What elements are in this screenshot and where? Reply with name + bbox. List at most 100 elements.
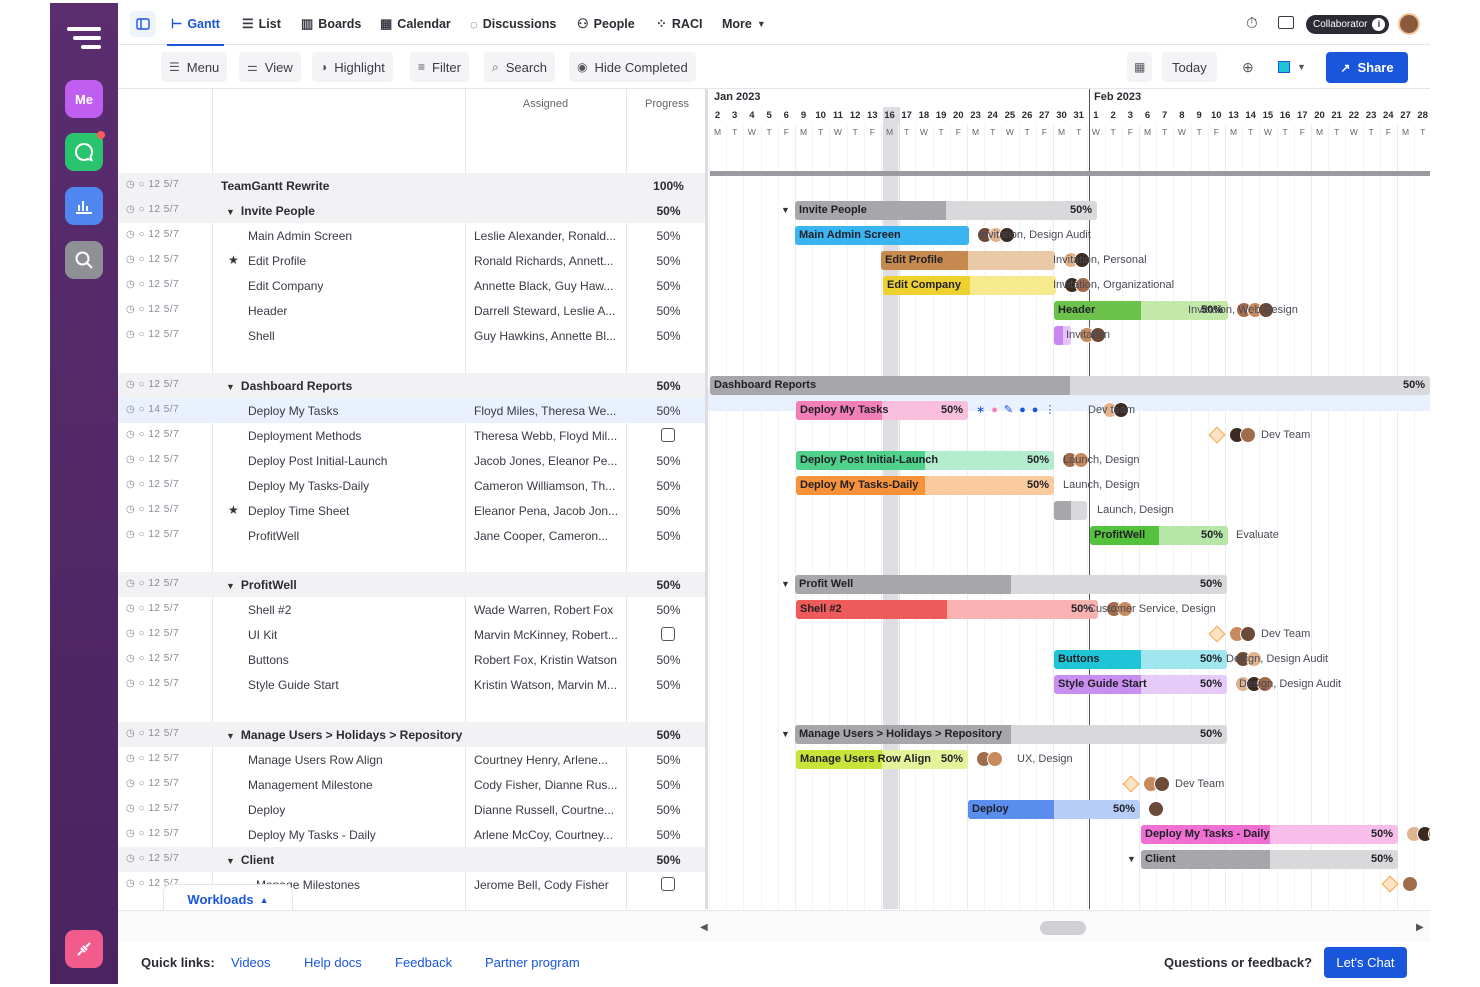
more-icon[interactable]: ⋮: [1044, 404, 1061, 416]
task-name[interactable]: Deployment Methods: [248, 429, 361, 443]
highlight-button[interactable]: ◑ Highlight: [312, 52, 393, 82]
assignee-avatar[interactable]: [1148, 801, 1164, 817]
milestone-diamond-icon[interactable]: [1381, 875, 1399, 893]
assign-icon[interactable]: ●: [1019, 404, 1032, 416]
task-bar[interactable]: Edit Profile: [881, 251, 1055, 270]
star-icon[interactable]: ★: [228, 503, 239, 517]
progress-cell[interactable]: 50%: [626, 753, 705, 767]
collapse-caret-icon[interactable]: ▼: [226, 382, 235, 392]
assigned-cell[interactable]: Cody Fisher, Dianne Rus...: [474, 778, 624, 792]
task-row[interactable]: ◷ ○ 12 5/7 Deploy My Tasks-Daily Cameron W…: [118, 473, 705, 498]
milestone-checkbox[interactable]: [661, 877, 675, 891]
task-bar[interactable]: Manage Users Row Align 50%: [796, 750, 968, 769]
task-name[interactable]: ▼ Manage Users > Holidays > Repository: [226, 728, 462, 742]
assigned-cell[interactable]: Floyd Miles, Theresa We...: [474, 404, 624, 418]
progress-cell[interactable]: 50%: [626, 229, 705, 243]
progress-cell[interactable]: 50%: [626, 529, 705, 543]
edit-icon[interactable]: ✎: [1004, 404, 1019, 416]
milestone-checkbox[interactable]: [661, 428, 675, 442]
assigned-cell[interactable]: Leslie Alexander, Ronald...: [474, 229, 624, 243]
assigned-cell[interactable]: Jacob Jones, Eleanor Pe...: [474, 454, 624, 468]
zoom-icon[interactable]: ⊕: [1234, 52, 1262, 82]
task-bar[interactable]: Deploy 50%: [968, 800, 1140, 819]
milestone-checkbox[interactable]: [661, 627, 675, 641]
teamgantt-logo-icon[interactable]: [67, 27, 101, 55]
progress-cell[interactable]: 100%: [626, 179, 705, 193]
comment-icon[interactable]: ●: [1032, 404, 1045, 416]
assigned-cell[interactable]: Kristin Watson, Marvin M...: [474, 678, 624, 692]
progress-cell[interactable]: 50%: [626, 504, 705, 518]
scroll-right-icon[interactable]: ▶: [1416, 922, 1424, 933]
color-picker[interactable]: ▼: [1270, 52, 1314, 82]
task-row[interactable]: ◷ ○ 12 5/7 Shell #2 Wade Warren, Robert Fo…: [118, 597, 705, 622]
task-name[interactable]: Shell #2: [248, 603, 291, 617]
collapse-caret-icon[interactable]: ▼: [781, 205, 790, 215]
chat-icon[interactable]: [65, 131, 105, 171]
task-bar[interactable]: ProfitWell 50%: [1090, 526, 1228, 545]
task-name[interactable]: Deploy Post Initial-Launch: [248, 454, 387, 468]
view-button[interactable]: ⚌ View: [239, 52, 301, 82]
progress-cell[interactable]: 50%: [626, 304, 705, 318]
task-bar[interactable]: Manage Users > Holidays > Repository 50%: [795, 725, 1227, 744]
task-row[interactable]: ◷ ○ 12 5/7 ★ Deploy Time Sheet Eleanor Pena…: [118, 498, 705, 523]
today-button[interactable]: Today: [1162, 52, 1217, 82]
reports-icon[interactable]: [65, 187, 103, 225]
assignee-avatar[interactable]: [1240, 427, 1256, 443]
progress-cell[interactable]: 50%: [626, 728, 705, 742]
task-row[interactable]: ◷ ○ 12 5/7 Deployment Methods Theresa Webb…: [118, 423, 705, 448]
task-bar[interactable]: Profit Well 50%: [795, 575, 1227, 594]
assigned-cell[interactable]: Annette Black, Guy Haw...: [474, 279, 624, 293]
progress-cell[interactable]: 50%: [626, 578, 705, 592]
task-name[interactable]: ▼ Client: [226, 853, 274, 867]
scrollbar-thumb[interactable]: [1040, 921, 1086, 935]
integrations-icon[interactable]: [65, 930, 103, 968]
task-bar[interactable]: Style Guide Start 50%: [1054, 675, 1227, 694]
task-bar[interactable]: Deploy My Tasks - Daily 50%: [1141, 825, 1398, 844]
progress-cell[interactable]: 50%: [626, 853, 705, 867]
task-name[interactable]: ProfitWell: [248, 529, 299, 543]
milestone-diamond-icon[interactable]: [1122, 775, 1140, 793]
task-name[interactable]: ▼ ProfitWell: [226, 578, 297, 592]
me-button[interactable]: Me: [65, 80, 103, 118]
assigned-cell[interactable]: Guy Hawkins, Annette Bl...: [474, 329, 624, 343]
scroll-left-icon[interactable]: ◀: [700, 922, 708, 933]
task-name[interactable]: Main Admin Screen: [248, 229, 352, 243]
milestone-diamond-icon[interactable]: [1208, 625, 1226, 643]
task-row[interactable]: ◷ ○ 12 5/7 Buttons Robert Fox, Kristin Wat…: [118, 647, 705, 672]
task-row[interactable]: ◷ ○ 12 5/7 ▼ Dashboard Reports 50%: [118, 373, 705, 398]
task-name[interactable]: Header: [248, 304, 287, 318]
progress-column-header[interactable]: Progress: [626, 98, 705, 110]
assigned-cell[interactable]: Robert Fox, Kristin Watson: [474, 653, 624, 667]
progress-cell[interactable]: 50%: [626, 479, 705, 493]
partner-program-link[interactable]: Partner program: [485, 955, 580, 970]
assigned-cell[interactable]: Arlene McCoy, Courtney...: [474, 828, 624, 842]
progress-cell[interactable]: 50%: [626, 254, 705, 268]
task-bar[interactable]: Main Admin Screen: [795, 226, 969, 245]
videos-link[interactable]: Videos: [231, 955, 271, 970]
task-row[interactable]: ◷ ○ 12 5/7 Manage Users Row Align Courtney…: [118, 747, 705, 772]
assigned-cell[interactable]: Courtney Henry, Arlene...: [474, 753, 624, 767]
color-dot-icon[interactable]: ●: [991, 404, 1004, 416]
collapse-caret-icon[interactable]: ▼: [226, 207, 235, 217]
user-avatar[interactable]: [1398, 13, 1420, 35]
assignee-avatar[interactable]: [987, 751, 1003, 767]
tab-list[interactable]: ☰ List: [242, 3, 281, 45]
collapse-caret-icon[interactable]: ▼: [781, 729, 790, 739]
assignee-avatar[interactable]: [1402, 876, 1418, 892]
task-bar[interactable]: Dashboard Reports 50%: [710, 376, 1430, 395]
tab-discussions[interactable]: ◌ Discussions: [470, 3, 556, 45]
progress-cell[interactable]: 50%: [626, 653, 705, 667]
share-button[interactable]: ↗ Share: [1326, 52, 1408, 83]
task-name[interactable]: ▼ Dashboard Reports: [226, 379, 352, 393]
progress-cell[interactable]: 50%: [626, 778, 705, 792]
tab-raci[interactable]: ⁘ RACI: [656, 3, 702, 45]
task-row[interactable]: ◷ ○ 12 5/7 Deploy My Tasks - Daily Arlene …: [118, 822, 705, 847]
progress-cell[interactable]: 50%: [626, 678, 705, 692]
progress-cell[interactable]: 50%: [626, 603, 705, 617]
assignee-avatar[interactable]: [1154, 776, 1170, 792]
assigned-cell[interactable]: Eleanor Pena, Jacob Jon...: [474, 504, 624, 518]
filter-button[interactable]: ≡ Filter: [410, 52, 469, 82]
progress-cell[interactable]: 50%: [626, 329, 705, 343]
collapse-caret-icon[interactable]: ▼: [1127, 854, 1136, 864]
task-bar[interactable]: Shell #2 50%: [796, 600, 1098, 619]
